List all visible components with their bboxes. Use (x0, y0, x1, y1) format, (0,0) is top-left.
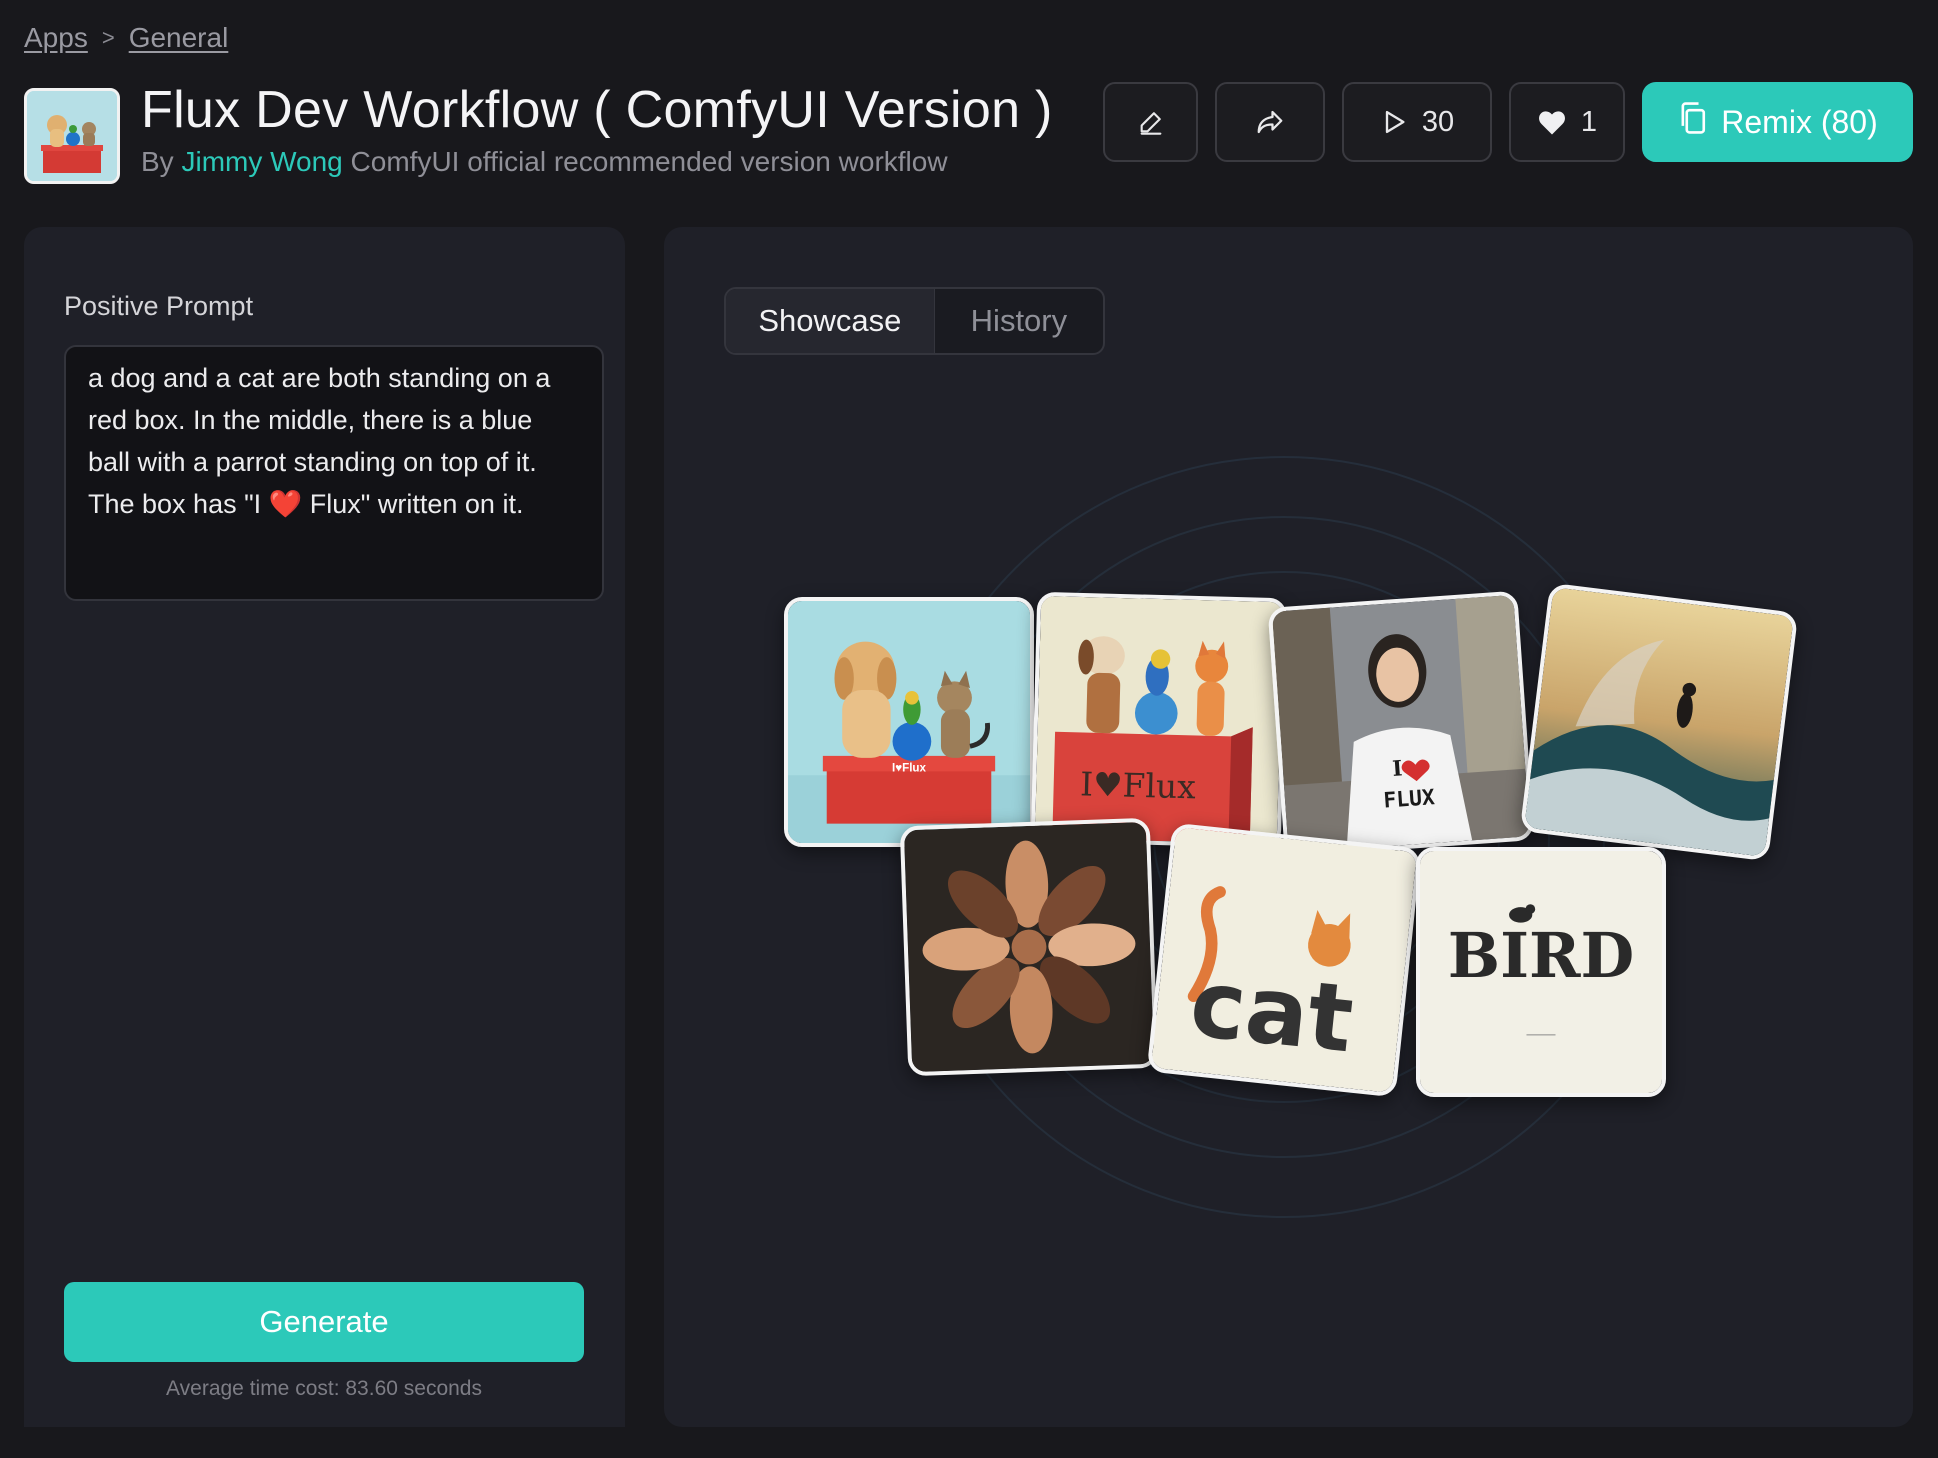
showcase-image-cat-typography[interactable]: cat (1146, 822, 1422, 1098)
shirt-text: FLUX (1383, 785, 1436, 814)
share-button[interactable] (1215, 82, 1325, 162)
box-small-text: I♥Flux (892, 761, 927, 774)
run-count: 30 (1421, 105, 1455, 138)
like-count: 1 (1580, 105, 1598, 138)
showcase-image-hands-circle[interactable] (899, 817, 1159, 1077)
positive-prompt-input[interactable]: a dog and a cat are both standing on a r… (64, 345, 604, 601)
breadcrumb-apps-link[interactable]: Apps (24, 22, 88, 54)
breadcrumb-general-link[interactable]: General (129, 22, 229, 54)
remix-button[interactable]: Remix (80) (1642, 82, 1913, 162)
run-count-button[interactable]: 30 (1342, 82, 1492, 162)
positive-prompt-label: Positive Prompt (64, 291, 254, 321)
breadcrumb: Apps > General (24, 22, 228, 54)
showcase-image-bird-typography[interactable]: BIRD (1416, 847, 1666, 1097)
showcase-image-cartoon-pets[interactable]: I♥Flux (1030, 591, 1288, 849)
tab-history[interactable]: History (935, 289, 1103, 353)
remix-label: Remix (80) (1721, 103, 1878, 140)
author-link[interactable]: Jimmy Wong (181, 146, 342, 177)
box-large-text: I♥Flux (1080, 764, 1197, 806)
showcase-image-surfer[interactable] (1519, 582, 1799, 862)
share-icon (1254, 107, 1286, 137)
svg-text:I: I (1392, 756, 1404, 782)
app-thumbnail (24, 88, 120, 184)
page-subtitle: By Jimmy Wong ComfyUI official recommend… (141, 146, 948, 178)
edit-button[interactable] (1103, 82, 1198, 162)
play-icon (1380, 108, 1408, 136)
showcase-image-woman-flux-shirt[interactable]: I FLUX (1267, 590, 1535, 858)
showcase-image-dog-cat-box[interactable]: I♥Flux (784, 597, 1034, 847)
copy-icon (1677, 101, 1707, 143)
heart-icon (1537, 108, 1567, 136)
workflow-description: ComfyUI official recommended version wor… (350, 146, 948, 177)
by-label: By (141, 146, 174, 177)
like-button[interactable]: 1 (1509, 82, 1625, 162)
breadcrumb-separator: > (101, 25, 115, 50)
view-tabs: Showcase History (724, 287, 1105, 355)
average-time-cost: Average time cost: 83.60 seconds (166, 1377, 482, 1400)
showcase-panel: Showcase History I♥Flux I♥Flux I FLUX ca… (664, 227, 1913, 1427)
cat-word: cat (1186, 949, 1359, 1073)
page-title: Flux Dev Workflow ( ComfyUI Version ) (141, 81, 1053, 139)
tab-showcase[interactable]: Showcase (726, 289, 935, 353)
bird-word: BIRD (1448, 919, 1635, 992)
edit-icon (1137, 108, 1165, 136)
prompt-panel: Positive Prompt a dog and a cat are both… (24, 227, 625, 1427)
generate-button[interactable]: Generate (64, 1282, 584, 1362)
